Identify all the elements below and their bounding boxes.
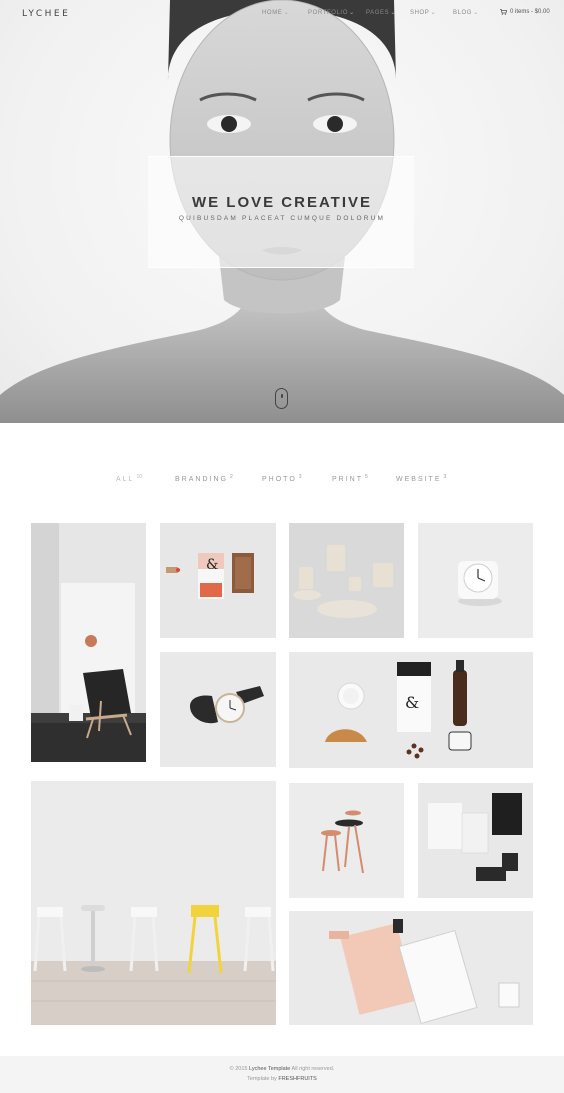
portfolio-item-chairs[interactable] [31,781,276,1025]
footer-brand-link[interactable]: Lychee Template [249,1066,290,1072]
nav-item-blog[interactable]: BLOG ⌄ [453,9,493,17]
coffee-branding-image: & [289,652,533,768]
portfolio-filters: ALL 10 BRANDING 2 PHOTO 3 PRINT 5 WEBSITE 3 [116,474,456,483]
site-logo[interactable]: LYCHEE [22,9,70,19]
ceramics-image [289,523,404,638]
filter-count: 3 [443,474,447,480]
filter-label: PRINT [332,476,363,483]
watch-image [160,652,276,767]
filter-branding[interactable]: BRANDING 2 [175,474,262,483]
site-footer: © 2015 Lychee Template All right reserve… [0,1056,564,1093]
nav-item-label: HOME [262,9,283,16]
filter-print[interactable]: PRINT 5 [332,474,396,483]
filter-label: ALL [116,476,135,483]
filter-website[interactable]: WEBSITE 3 [396,474,456,483]
footer-author-link[interactable]: FRESHFRUITS [278,1076,317,1082]
filter-all[interactable]: ALL 10 [116,474,175,483]
portfolio-item-stationery-dark[interactable] [418,783,533,898]
copyright-suffix: All right reserved. [291,1066,335,1072]
filter-photo[interactable]: PHOTO 3 [262,474,332,483]
chevron-down-icon: ⌄ [283,10,290,16]
chevron-down-icon: ⌄ [390,10,397,16]
cart-icon [500,9,507,15]
filter-count: 5 [365,474,368,480]
hero-section: LYCHEE HOME ⌄ PORTFOLIO ⌄ PAGES ⌄ SHOP ⌄… [0,0,564,423]
cart-summary: 0 items - $0.00 [510,9,550,15]
nav-item-pages[interactable]: PAGES ⌄ [366,9,410,17]
nav-item-label: SHOP [410,9,430,16]
stools-image [289,783,404,898]
clock-image [418,523,533,638]
main-nav: HOME ⌄ PORTFOLIO ⌄ PAGES ⌄ SHOP ⌄ BLOG ⌄ [262,9,493,17]
nav-item-home[interactable]: HOME ⌄ [262,9,308,17]
portfolio-item-ceramics[interactable] [289,523,404,638]
hero-subtitle: QUIBUSDAM PLACEAT CUMQUE DOLORUM [178,215,386,222]
filter-label: BRANDING [175,476,228,483]
chevron-down-icon: ⌄ [349,10,355,16]
mouse-scroll-icon[interactable] [275,388,288,409]
hero-caption-band [148,156,414,268]
portfolio-item-coffee-branding[interactable]: & [289,652,533,768]
copyright-prefix: © 2015 [229,1066,248,1072]
cart-link[interactable]: 0 items - $0.00 [500,9,550,15]
nav-item-shop[interactable]: SHOP ⌄ [410,9,453,17]
stationery-dark-image [418,783,533,898]
filter-count: 10 [136,474,143,480]
portfolio-item-interior-chair[interactable] [31,523,146,762]
nav-item-label: PAGES [366,9,390,16]
stationery-pink-image [289,911,533,1025]
nav-item-label: BLOG [453,9,473,16]
nav-item-portfolio[interactable]: PORTFOLIO ⌄ [308,9,366,17]
portfolio-item-stools[interactable] [289,783,404,898]
svg-text:&: & [405,693,419,712]
svg-text:&: & [206,557,218,573]
portfolio-item-stationery-pink[interactable] [289,911,533,1025]
nav-item-label: PORTFOLIO [308,9,348,16]
footer-copyright: © 2015 Lychee Template All right reserve… [0,1066,564,1072]
portfolio-item-clock[interactable] [418,523,533,638]
mouse-wheel [281,394,283,398]
interior-chair-image [31,523,146,762]
portfolio-item-branding-matches[interactable]: & [160,523,276,638]
filter-label: PHOTO [262,476,297,483]
filter-label: WEBSITE [396,476,442,483]
footer-credits: Template by FRESHFRUITS [0,1076,564,1082]
site-header: LYCHEE HOME ⌄ PORTFOLIO ⌄ PAGES ⌄ SHOP ⌄… [0,0,564,28]
filter-count: 2 [229,474,233,480]
filter-count: 3 [298,474,302,480]
portfolio-item-watch[interactable] [160,652,276,767]
chairs-image [31,781,276,1025]
chevron-down-icon: ⌄ [473,10,479,16]
credits-prefix: Template by [247,1076,277,1082]
hero-title: WE LOVE CREATIVE [191,194,373,211]
branding-matches-image: & [160,523,276,638]
chevron-down-icon: ⌄ [430,10,437,16]
